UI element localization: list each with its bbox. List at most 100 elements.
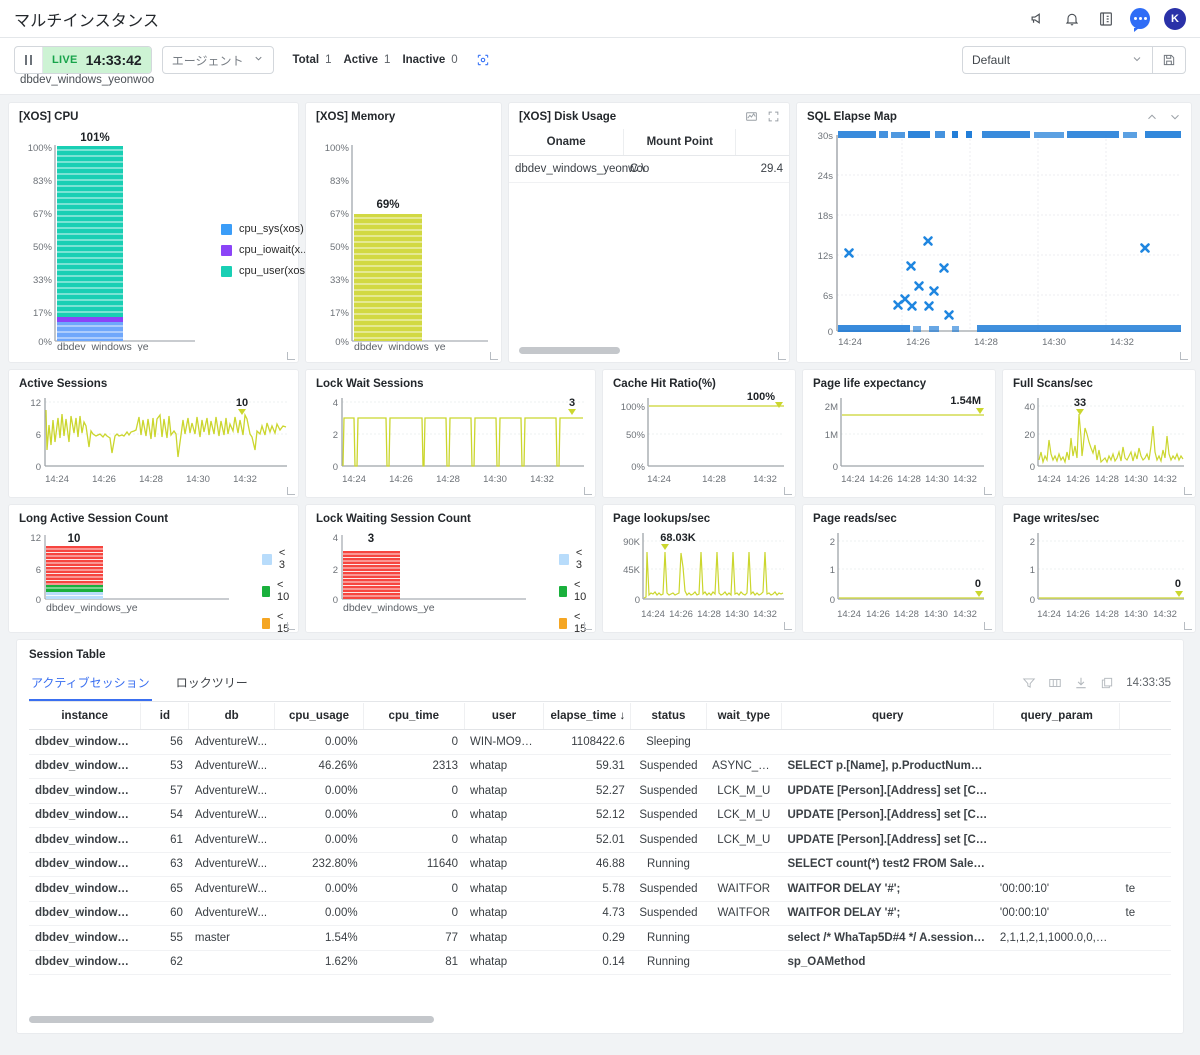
agent-dropdown[interactable]: エージェント bbox=[161, 46, 275, 74]
svg-text:4: 4 bbox=[333, 533, 338, 544]
card-lock-wait-sessions: Lock Wait Sessions 4 2 0 3 14:24 14:26 1… bbox=[305, 369, 596, 498]
col-status[interactable]: status bbox=[630, 703, 707, 730]
legend-swatch bbox=[559, 617, 568, 629]
table-cell: dbdev_windows_yeo bbox=[29, 803, 141, 828]
resize-handle[interactable] bbox=[1184, 622, 1192, 630]
table-cell bbox=[1119, 754, 1171, 779]
svg-text:14:26: 14:26 bbox=[1066, 474, 1090, 485]
filter-icon[interactable] bbox=[1022, 676, 1036, 690]
table-row[interactable]: dbdev_windows_yeo 53 AdventureW... 46.26% 23… bbox=[29, 754, 1171, 779]
chat-icon[interactable] bbox=[1130, 8, 1150, 32]
resize-handle[interactable] bbox=[287, 622, 295, 630]
resize-handle[interactable] bbox=[287, 487, 295, 495]
card-title: Page writes/sec bbox=[1013, 513, 1100, 525]
card-page-lookups: Page lookups/sec 90K 45K 0 68.03K 14:24 … bbox=[602, 504, 796, 633]
resize-handle[interactable] bbox=[584, 622, 592, 630]
col-extra[interactable] bbox=[1119, 703, 1171, 730]
save-preset-button[interactable] bbox=[1152, 46, 1186, 74]
chart-view-icon[interactable] bbox=[745, 110, 758, 123]
svg-text:6: 6 bbox=[36, 430, 41, 441]
table-cell bbox=[993, 778, 1120, 804]
table-cell bbox=[706, 925, 782, 951]
sql-elapse-scatter[interactable]: 30s 24s 18s 12s 6s 0 14:24 14:26 14:28 1… bbox=[807, 123, 1181, 351]
col-cpu-time[interactable]: cpu_time bbox=[363, 703, 465, 730]
lock-waiting-chart[interactable]: 4 2 0 3 dbdev_windows_ye < 3 < 10 < 15 bbox=[316, 525, 587, 667]
table-cell: Sleeping bbox=[630, 729, 707, 755]
col-id[interactable]: id bbox=[140, 703, 190, 730]
resize-handle[interactable] bbox=[287, 352, 295, 360]
inactive-value: 0 bbox=[451, 54, 458, 66]
table-cell: 77 bbox=[363, 925, 465, 951]
tab-lock-tree[interactable]: ロックツリー bbox=[174, 670, 250, 701]
table-cell: 232.80% bbox=[274, 852, 364, 877]
pause-button[interactable] bbox=[15, 47, 43, 73]
col-query-param[interactable]: query_param bbox=[993, 703, 1121, 730]
col-mount-point[interactable]: Mount Point bbox=[623, 129, 737, 156]
cpu-chart[interactable]: 101% 100% 83% 67% 50% 33% 17% 0% dbdev_w… bbox=[19, 123, 310, 351]
table-row[interactable]: dbdev_windows_yeo 56 AdventureW... 0.00% 0 WI… bbox=[29, 729, 1171, 755]
table-cell: 53 bbox=[140, 754, 189, 779]
memory-chart[interactable]: 100% 83% 67% 50% 33% 17% 0% 69% dbdev_wi… bbox=[316, 123, 491, 351]
chevron-down-icon[interactable] bbox=[1168, 110, 1182, 124]
col-usage[interactable] bbox=[735, 129, 789, 156]
col-instance[interactable]: instance bbox=[29, 703, 142, 730]
col-db[interactable]: db bbox=[188, 703, 275, 730]
col-elapse-time[interactable]: elapse_time ↓ bbox=[543, 703, 632, 730]
expand-icon[interactable] bbox=[767, 110, 780, 123]
col-cpu-usage[interactable]: cpu_usage bbox=[274, 703, 365, 730]
svg-text:6s: 6s bbox=[823, 291, 833, 302]
table-row[interactable]: dbdev_windows_yeo 54 AdventureW... 0.00% 0 wh… bbox=[29, 803, 1171, 828]
bell-icon[interactable] bbox=[1062, 9, 1082, 29]
svg-text:14:24: 14:24 bbox=[838, 337, 862, 348]
col-wait-type[interactable]: wait_type bbox=[706, 703, 782, 730]
refresh-icon[interactable] bbox=[476, 53, 490, 67]
table-row[interactable]: dbdev_windows_yeo 62 1.62% 81 whatap 0.14 Runn… bbox=[29, 950, 1171, 975]
megaphone-icon[interactable] bbox=[1028, 9, 1048, 29]
resize-handle[interactable] bbox=[1180, 352, 1188, 360]
resize-handle[interactable] bbox=[784, 487, 792, 495]
col-oname[interactable]: Oname bbox=[509, 129, 625, 156]
long-active-chart[interactable]: 12 6 0 10 dbdev_windows_ye < 3 < 10 < 15 bbox=[19, 525, 289, 667]
svg-text:20: 20 bbox=[1024, 430, 1035, 441]
table-row[interactable]: dbdev_windows_yeo 61 AdventureW... 0.00% 0 wh… bbox=[29, 827, 1171, 853]
columns-icon[interactable] bbox=[1048, 676, 1062, 690]
col-user[interactable]: user bbox=[464, 703, 545, 730]
download-icon[interactable] bbox=[1074, 676, 1088, 690]
resize-handle[interactable] bbox=[490, 352, 498, 360]
legend-swatch bbox=[221, 223, 232, 235]
resize-handle[interactable] bbox=[784, 622, 792, 630]
card-sql-elapse-map: SQL Elapse Map 30s 24s 18s 12s 6s 0 14:2… bbox=[796, 102, 1192, 363]
table-row[interactable]: dbdev_windows_yeo 57 AdventureW... 0.00% 0 wh… bbox=[29, 778, 1171, 804]
card-title: [XOS] CPU bbox=[19, 111, 79, 123]
session-horizontal-scrollbar[interactable] bbox=[29, 1016, 1171, 1023]
resize-handle[interactable] bbox=[584, 487, 592, 495]
table-row[interactable]: dbdev_windows_yeo 65 AdventureW... 0.00% 0 wh… bbox=[29, 876, 1171, 902]
resize-handle[interactable] bbox=[778, 352, 786, 360]
copy-icon[interactable] bbox=[1100, 676, 1114, 690]
live-chip[interactable]: LIVE 14:33:42 bbox=[43, 47, 151, 73]
resize-handle[interactable] bbox=[1184, 487, 1192, 495]
svg-text:2: 2 bbox=[333, 565, 338, 576]
avatar[interactable]: K bbox=[1164, 7, 1186, 30]
table-cell bbox=[1119, 778, 1171, 804]
resize-handle[interactable] bbox=[984, 622, 992, 630]
table-row[interactable]: dbdev_windows_yeo 60 AdventureW... 0.00% 0 wh… bbox=[29, 901, 1171, 926]
svg-text:14:24: 14:24 bbox=[45, 474, 69, 485]
table-cell: 0 bbox=[363, 778, 465, 804]
resize-handle[interactable] bbox=[984, 487, 992, 495]
page-writes-peak: 0 bbox=[1175, 578, 1181, 590]
table-cell: 0.00% bbox=[274, 778, 364, 804]
info-book-icon[interactable] bbox=[1096, 9, 1116, 29]
table-row[interactable]: dbdev_windows_yeo 63 AdventureW... 232.80% 1… bbox=[29, 852, 1171, 877]
chevron-up-icon[interactable] bbox=[1145, 110, 1159, 124]
table-cell bbox=[1119, 852, 1171, 877]
disk-horizontal-scrollbar[interactable] bbox=[519, 347, 753, 354]
card-title: Long Active Session Count bbox=[19, 513, 169, 525]
preset-dropdown[interactable]: Default bbox=[962, 46, 1152, 74]
table-row[interactable]: dbdev_windows_yeo 55 master 1.54% 77 whatap 0.… bbox=[29, 925, 1171, 951]
col-query[interactable]: query bbox=[781, 703, 995, 730]
legend-swatch bbox=[262, 617, 271, 629]
cell-oname: dbdev_windows_yeonwoo bbox=[509, 155, 649, 183]
tab-active-sessions[interactable]: アクティブセッション bbox=[29, 670, 152, 701]
table-cell bbox=[993, 950, 1120, 975]
